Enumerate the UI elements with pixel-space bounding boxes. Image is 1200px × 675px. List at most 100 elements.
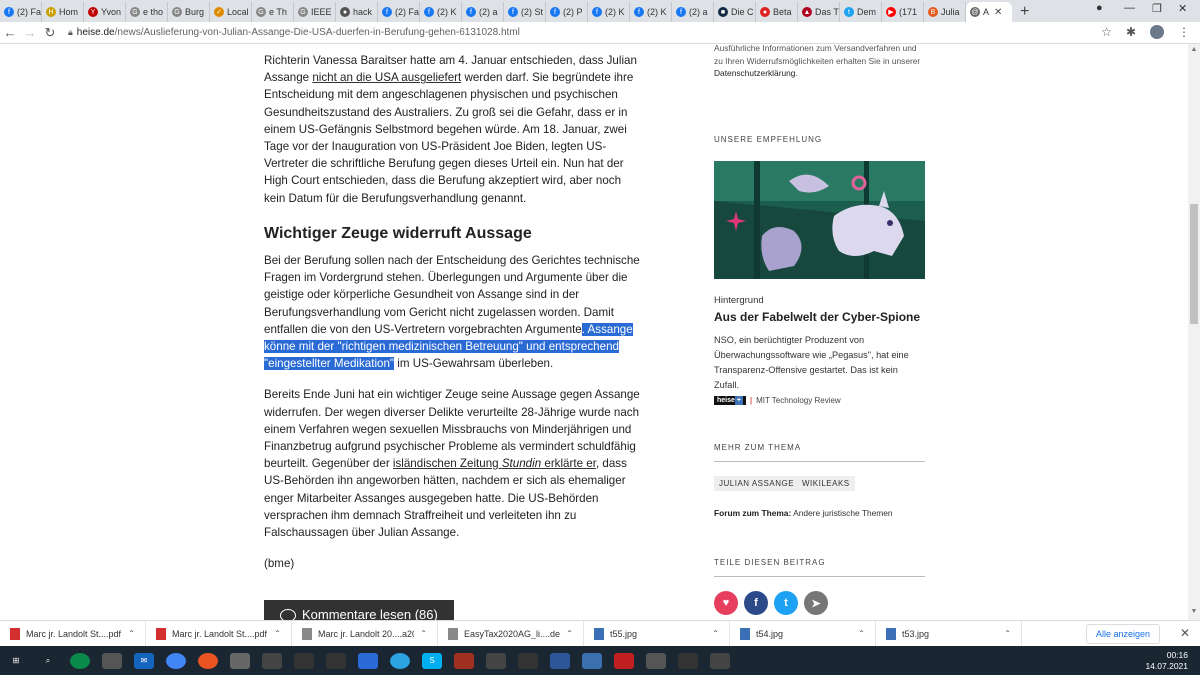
url-field[interactable]: 🔒︎ heise.de/news/Auslieferung-von-Julian…	[68, 27, 520, 38]
app-icon[interactable]	[358, 652, 378, 669]
chevron-up-icon[interactable]: ⌃	[566, 629, 573, 638]
back-icon[interactable]: ←	[0, 25, 20, 40]
app-icon[interactable]	[550, 652, 570, 669]
link-stundin[interactable]: isländischen Zeitung Stundin	[393, 457, 541, 470]
task-icon[interactable]	[102, 652, 122, 669]
menu-icon[interactable]: ⋮	[1178, 25, 1190, 39]
tag-julian-assange[interactable]: JULIAN ASSANGE	[714, 476, 800, 491]
app-icon[interactable]	[614, 652, 634, 669]
chrome-icon[interactable]	[166, 652, 186, 669]
url-path: /news/Auslieferung-von-Julian-Assange-Di…	[114, 27, 520, 38]
app-icon[interactable]	[230, 652, 250, 669]
browser-tab[interactable]: ● hack	[336, 2, 378, 22]
browser-tab[interactable]: H Hom	[42, 2, 84, 22]
download-item[interactable]: EasyTax2020AG_li....deb ⌃	[438, 620, 584, 647]
profile-avatar[interactable]	[1150, 25, 1164, 39]
browser-tab[interactable]: f (2) K	[630, 2, 672, 22]
extensions-icon[interactable]: ✱	[1126, 25, 1136, 39]
browser-tab[interactable]: f (2) Fa	[378, 2, 420, 22]
app-icon[interactable]	[326, 652, 346, 669]
app-icon[interactable]	[294, 652, 314, 669]
close-tab-icon[interactable]: ✕	[994, 7, 1002, 18]
teaser-image[interactable]	[714, 161, 925, 279]
pegasus-illustration	[714, 161, 925, 279]
download-item[interactable]: t55.jpg ⌃	[584, 620, 730, 647]
twitter-share-icon[interactable]: t	[774, 591, 798, 615]
app-icon[interactable]	[518, 652, 538, 669]
browser-tab[interactable]: f (2) a	[672, 2, 714, 22]
app-icon[interactable]	[710, 652, 730, 669]
scroll-up-icon[interactable]: ▲	[1188, 46, 1200, 53]
forward-icon[interactable]: →	[20, 25, 40, 40]
chevron-up-icon[interactable]: ⌃	[274, 629, 281, 638]
skype-icon[interactable]: S	[422, 652, 442, 669]
app-icon[interactable]	[454, 652, 474, 669]
minimize-icon[interactable]: —	[1124, 2, 1135, 14]
system-clock[interactable]: 00:16 14.07.2021	[1145, 650, 1188, 672]
browser-tab[interactable]: ■ Die C	[714, 2, 756, 22]
download-item[interactable]: Marc jr. Landolt St....pdf ⌃	[146, 620, 292, 647]
reload-icon[interactable]: ↻	[40, 25, 60, 41]
edge-icon[interactable]	[70, 652, 90, 669]
chevron-up-icon[interactable]: ⌃	[1004, 629, 1011, 638]
scroll-thumb[interactable]	[1190, 204, 1198, 324]
tab-search-icon[interactable]: ●	[1096, 2, 1103, 14]
forum-label: Forum zum Thema:	[714, 508, 792, 518]
chevron-up-icon[interactable]: ⌃	[712, 629, 719, 638]
browser-tab[interactable]: t Dem	[840, 2, 882, 22]
close-window-icon[interactable]: ✕	[1178, 2, 1187, 15]
close-downloads-icon[interactable]: ✕	[1180, 626, 1190, 640]
terminal-icon[interactable]	[678, 652, 698, 669]
mail-icon[interactable]: ✉	[134, 652, 154, 669]
browser-tab[interactable]: f (2) Fa	[0, 2, 42, 22]
app-icon[interactable]	[262, 652, 282, 669]
telegram-icon[interactable]	[390, 652, 410, 669]
teaser-title[interactable]: Aus der Fabelwelt der Cyber-Spione	[714, 310, 920, 324]
chevron-up-icon[interactable]: ⌃	[858, 629, 865, 638]
download-item[interactable]: t54.jpg ⌃	[730, 620, 876, 647]
facebook-share-icon[interactable]: f	[744, 591, 768, 615]
browser-tab[interactable]: f (2) a	[462, 2, 504, 22]
browser-tab[interactable]: ▶ (171	[882, 2, 924, 22]
tag-wikileaks[interactable]: WIKILEAKS	[797, 476, 855, 491]
scrollbar[interactable]: ▲ ▼	[1188, 44, 1200, 620]
chevron-up-icon[interactable]: ⌃	[420, 629, 427, 638]
windows-start-icon[interactable]: ⊞	[6, 653, 26, 669]
scroll-down-icon[interactable]: ▼	[1188, 608, 1200, 615]
forum-link[interactable]: Andere juristische Themen	[791, 508, 892, 518]
download-item[interactable]: Marc jr. Landolt St....pdf ⌃	[0, 620, 146, 647]
browser-tab[interactable]: f (2) K	[588, 2, 630, 22]
search-icon[interactable]: ⌕	[38, 653, 58, 669]
telegram-share-icon[interactable]: ➤	[804, 591, 828, 615]
browser-tab[interactable]: Ge Th	[252, 2, 294, 22]
browser-tab[interactable]: G Burg	[168, 2, 210, 22]
app-icon[interactable]	[646, 652, 666, 669]
link-not-extradited[interactable]: nicht an die USA ausgeliefert	[312, 71, 461, 84]
browser-tab[interactable]: B Julia	[924, 2, 966, 22]
pocket-share-icon[interactable]: ♥	[714, 591, 738, 615]
browser-tab[interactable]: f (2) St	[504, 2, 546, 22]
bookmark-star-icon[interactable]: ☆	[1101, 25, 1112, 39]
app-icon[interactable]	[486, 652, 506, 669]
show-all-downloads-button[interactable]: Alle anzeigen	[1085, 624, 1160, 644]
browser-tab[interactable]: f (2) K	[420, 2, 462, 22]
restore-icon[interactable]: ❐	[1152, 2, 1162, 15]
browser-tab[interactable]: ▲ Das T	[798, 2, 840, 22]
comments-button[interactable]: Kommentare lesen (86)	[264, 600, 454, 620]
browser-tab[interactable]: Ge tho	[126, 2, 168, 22]
link-erklaerte[interactable]: erklärte er	[541, 457, 596, 470]
privacy-link[interactable]: Datenschutzerklärung	[714, 68, 795, 78]
browser-tab[interactable]: Y Yvon	[84, 2, 126, 22]
browser-tab[interactable]: ✓ Local	[210, 2, 252, 22]
lock-icon[interactable]: 🔒︎	[68, 27, 73, 38]
new-tab-icon[interactable]: +	[1012, 2, 1037, 22]
browser-tab[interactable]: ● Beta	[756, 2, 798, 22]
browser-tab[interactable]: G IEEE	[294, 2, 336, 22]
download-item[interactable]: t53.jpg ⌃	[876, 620, 1022, 647]
chevron-up-icon[interactable]: ⌃	[128, 629, 135, 638]
download-item[interactable]: Marc jr. Landolt 20....a20 ⌃	[292, 620, 438, 647]
ubuntu-icon[interactable]	[198, 652, 218, 669]
browser-tab[interactable]: @ A ✕	[966, 2, 1012, 22]
browser-tab[interactable]: f (2) P	[546, 2, 588, 22]
app-icon[interactable]	[582, 652, 602, 669]
